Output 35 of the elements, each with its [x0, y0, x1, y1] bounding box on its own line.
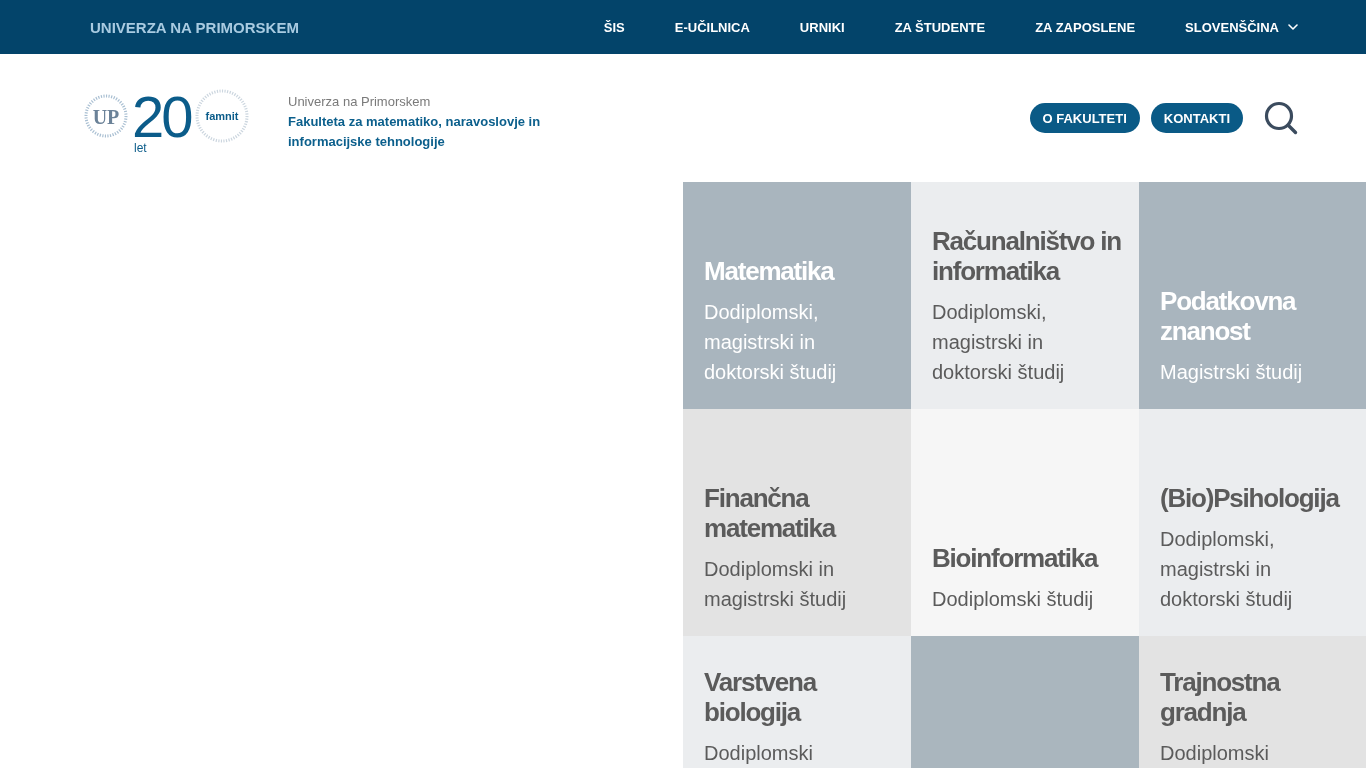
- program-title: (Bio)Psihologija: [1160, 483, 1341, 513]
- program-title: Podatkovna znanost: [1160, 286, 1298, 346]
- university-link[interactable]: UNIVERZA NA PRIMORSKEM: [90, 18, 299, 36]
- program-title: Varstvena biologija: [704, 667, 818, 727]
- program-description: Dodiplomski študij: [932, 587, 1095, 612]
- nav-link[interactable]: URNIKI: [799, 19, 845, 35]
- header-button[interactable]: KONTAKTI: [1150, 103, 1243, 133]
- header-button[interactable]: O FAKULTETI: [1029, 103, 1140, 133]
- chevron-down-icon: [1288, 24, 1298, 30]
- university-name: Univerza na Primorskem: [288, 93, 432, 111]
- program-title: Matematika: [704, 256, 836, 286]
- program-tile[interactable]: Varstvena biologija Dodiplomski: [683, 636, 911, 768]
- program-description: Dodiplomski, magistrski in doktorski študij: [932, 300, 1066, 385]
- program-description: Dodiplomski, magistrski in doktorski študij: [1160, 527, 1294, 612]
- nav-link[interactable]: E-UČILNICA: [674, 19, 750, 35]
- faculty-name: Fakulteta za matematiko, naravoslovje in informacijske tehnologije: [288, 113, 542, 151]
- program-tile[interactable]: (Bio)Psihologija Dodiplomski, magistrski in doktorski študij: [1139, 409, 1366, 636]
- program-title: Trajnostna gradnja: [1160, 667, 1282, 727]
- program-description: Dodiplomski: [1160, 741, 1270, 766]
- program-description: Dodiplomski, magistrski in doktorski študij: [704, 300, 838, 385]
- program-description: Dodiplomski in magistrski študij: [704, 557, 848, 612]
- program-tile[interactable]: Računalništvo in informatika Dodiplomski, magistrski in doktorski študij: [911, 182, 1139, 409]
- program-title: Finančna matematika: [704, 483, 837, 543]
- program-tile[interactable]: Trajnostna gradnja Dodiplomski: [1139, 636, 1366, 768]
- program-tile[interactable]: Finančna matematika Dodiplomski in magistrski študij: [683, 409, 911, 636]
- nav-link[interactable]: ZA ŠTUDENTE: [894, 19, 986, 35]
- program-title: Bioinformatika: [932, 543, 1099, 573]
- nav-link[interactable]: ZA ZAPOSLENE: [1035, 19, 1136, 35]
- language-selector[interactable]: SLOVENŠČINA: [1185, 19, 1298, 35]
- program-tile[interactable]: Bioinformatika Dodiplomski študij: [911, 409, 1139, 636]
- search-icon[interactable]: [1264, 101, 1298, 135]
- nav-link[interactable]: ŠIS: [603, 19, 625, 35]
- program-title: Računalništvo in informatika: [932, 226, 1122, 286]
- program-description: Dodiplomski: [704, 741, 814, 766]
- program-description: Magistrski študij: [1160, 360, 1304, 385]
